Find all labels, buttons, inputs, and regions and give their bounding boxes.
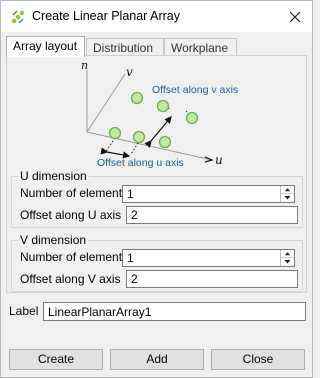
array-point (156, 99, 170, 113)
array-layout-panel: n v u Offset along v axis Offset along u… (6, 55, 307, 293)
spin-arrows (280, 250, 294, 266)
spin-down-icon[interactable] (281, 194, 294, 202)
window-title: Create Linear Planar Array (32, 9, 180, 23)
axis-v-label: v (126, 65, 133, 79)
close-icon (289, 11, 301, 22)
offset-v-caption: Offset along v axis (152, 84, 238, 96)
u-axis (86, 131, 213, 161)
u-elements-value: 1 (127, 187, 134, 201)
axis-u-label: u (215, 153, 223, 167)
title-bar: Create Linear Planar Array (1, 1, 312, 32)
close-button[interactable]: Close (211, 349, 305, 370)
spin-down-icon[interactable] (281, 258, 294, 266)
v-axis (86, 73, 126, 133)
tab-distribution[interactable]: Distribution (86, 38, 164, 56)
u-offset-label: Offset along U axis (20, 208, 122, 222)
u-dimension-title: U dimension (18, 169, 89, 183)
array-point (130, 91, 144, 105)
label-field[interactable] (43, 302, 306, 321)
array-point (185, 111, 199, 125)
spin-up-icon[interactable] (281, 186, 294, 194)
offset-u-arrow (100, 147, 131, 159)
add-button[interactable]: Add (110, 349, 204, 370)
array-point (158, 135, 172, 149)
spin-up-icon[interactable] (281, 250, 294, 258)
array-points (108, 91, 199, 149)
offset-u-caption: Offset along u axis (97, 157, 184, 169)
label-input[interactable] (44, 303, 305, 320)
label-caption: Label (9, 304, 39, 318)
tab-workplane[interactable]: Workplane (164, 38, 237, 56)
v-elements-value: 1 (127, 251, 134, 265)
u-dimension-group: U dimension Number of elements 1 Offset … (11, 169, 303, 228)
array-point (108, 126, 122, 140)
u-offset-input[interactable] (127, 207, 297, 223)
v-elements-spinbox[interactable]: 1 (122, 249, 295, 267)
v-elements-label: Number of elements (20, 250, 129, 264)
spin-arrows (280, 186, 294, 202)
v-offset-input[interactable] (127, 271, 297, 287)
v-offset-label: Offset along V axis (20, 272, 121, 286)
close-window-button[interactable] (278, 1, 312, 32)
array-point (132, 130, 146, 144)
create-button[interactable]: Create (9, 349, 103, 370)
array-diagram: n v u Offset along v axis Offset along u… (81, 59, 238, 169)
u-offset-field[interactable] (126, 206, 298, 224)
axis-n-label: n (81, 59, 88, 72)
array-icon (11, 10, 25, 24)
v-offset-field[interactable] (126, 270, 298, 288)
tab-array-layout[interactable]: Array layout (6, 36, 85, 57)
v-dimension-title: V dimension (18, 233, 89, 247)
u-elements-spinbox[interactable]: 1 (122, 185, 295, 203)
dialog-window: Create Linear Planar Array Array layout … (0, 0, 313, 378)
u-elements-label: Number of elements (20, 186, 129, 200)
v-dimension-group: V dimension Number of elements 1 Offset … (11, 233, 303, 292)
